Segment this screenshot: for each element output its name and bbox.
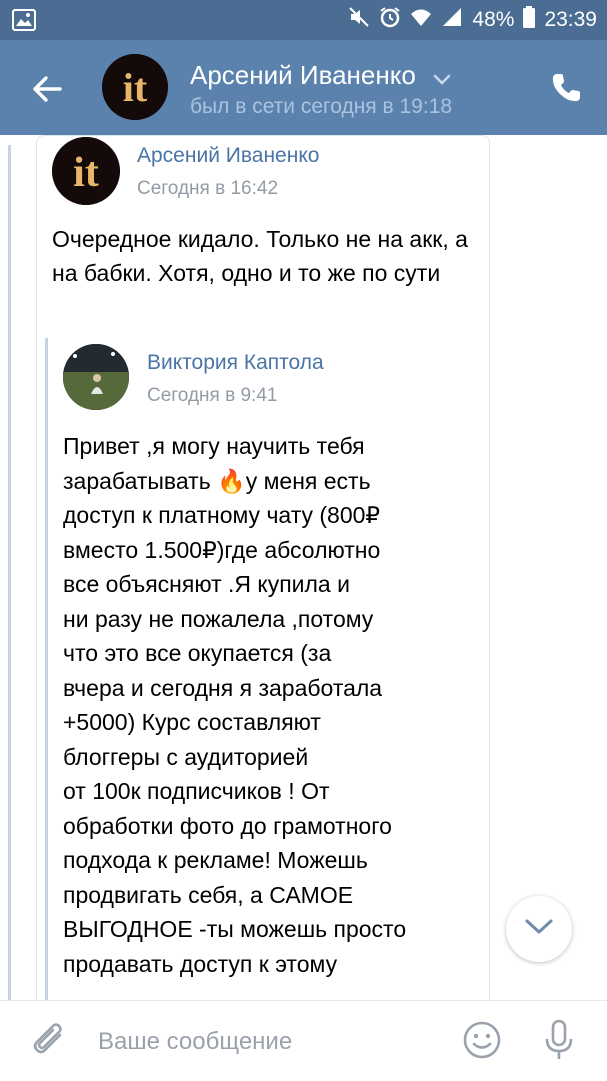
microphone-icon[interactable] xyxy=(541,1018,577,1062)
chat-header: it Арсений Иваненко был в сети сегодня в… xyxy=(0,40,607,135)
scroll-down-button[interactable] xyxy=(506,896,572,962)
svg-text:it: it xyxy=(73,150,99,196)
composer-bar xyxy=(0,1000,607,1081)
avatar[interactable]: it xyxy=(102,54,168,120)
battery-percent: 48% xyxy=(472,8,515,31)
nested-message-text: Привет ,я могу научить тебя зарабатывать… xyxy=(63,433,407,977)
back-arrow-icon[interactable] xyxy=(30,72,64,106)
nested-sender-name[interactable]: Виктория Каптола xyxy=(147,351,324,375)
forwarded-sender-name[interactable]: Арсений Иваненко xyxy=(137,144,319,168)
contact-name[interactable]: Арсений Иваненко xyxy=(190,60,451,93)
nested-sender-avatar[interactable] xyxy=(63,344,129,410)
battery-icon xyxy=(523,6,536,34)
mute-icon xyxy=(348,6,370,34)
chevron-down-icon[interactable] xyxy=(433,62,451,93)
signal-icon xyxy=(441,7,463,33)
paperclip-icon[interactable] xyxy=(30,1021,70,1061)
message-text: Очередное кидало. Только не на акк, а на… xyxy=(52,226,468,286)
wifi-icon xyxy=(410,7,432,33)
nested-time: Сегодня в 9:41 xyxy=(147,385,278,406)
svg-text:it: it xyxy=(123,65,148,110)
status-bar: 48% 23:39 xyxy=(0,0,607,40)
chevron-down-icon xyxy=(524,918,554,941)
clock: 23:39 xyxy=(544,8,597,31)
last-seen-status: был в сети сегодня в 19:18 xyxy=(190,95,453,118)
sender-avatar[interactable]: it xyxy=(52,137,120,205)
gallery-notification-icon xyxy=(12,9,36,36)
forward-indicator-line xyxy=(8,145,11,1000)
message-list[interactable]: it Арсений Иваненко Сегодня в 16:42 Очер… xyxy=(0,135,607,1000)
smile-icon[interactable] xyxy=(462,1020,502,1060)
alarm-icon xyxy=(379,6,401,34)
phone-icon[interactable] xyxy=(549,71,583,105)
message-input[interactable] xyxy=(96,1023,440,1061)
nested-forward-indicator-line xyxy=(45,338,48,1000)
forwarded-time: Сегодня в 16:42 xyxy=(137,178,279,199)
